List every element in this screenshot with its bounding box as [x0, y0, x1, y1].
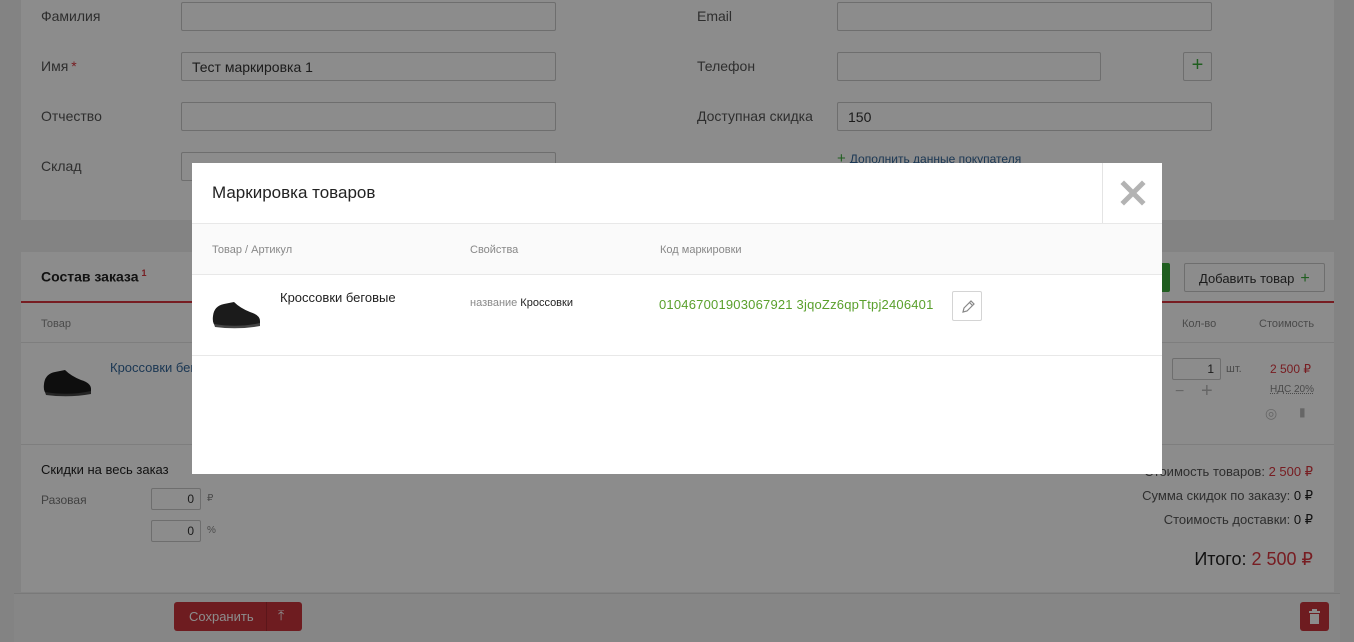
property-key: название [470, 297, 518, 309]
divider [192, 355, 1162, 356]
close-button[interactable] [1102, 163, 1162, 223]
col-marking-code: Код маркировки [660, 244, 742, 256]
col-product-sku: Товар / Артикул [212, 244, 293, 256]
product-name: Кроссовки беговые [280, 290, 396, 305]
pencil-icon [962, 300, 975, 313]
col-properties: Свойства [470, 244, 519, 256]
modal-table-header: Товар / Артикул Свойства Код маркировки [192, 224, 1162, 275]
modal-title: Маркировка товаров [212, 183, 376, 202]
marking-code: 010467001903067921 3jqoZz6qpTtpj2406401 [659, 297, 934, 312]
marking-modal: Маркировка товаров Товар / Артикул Свойс… [192, 163, 1162, 474]
product-image [212, 302, 260, 329]
close-icon [1120, 180, 1146, 206]
edit-code-button[interactable] [952, 291, 982, 321]
property-value: Кроссовки [520, 297, 573, 309]
product-property: название Кроссовки [470, 294, 573, 309]
